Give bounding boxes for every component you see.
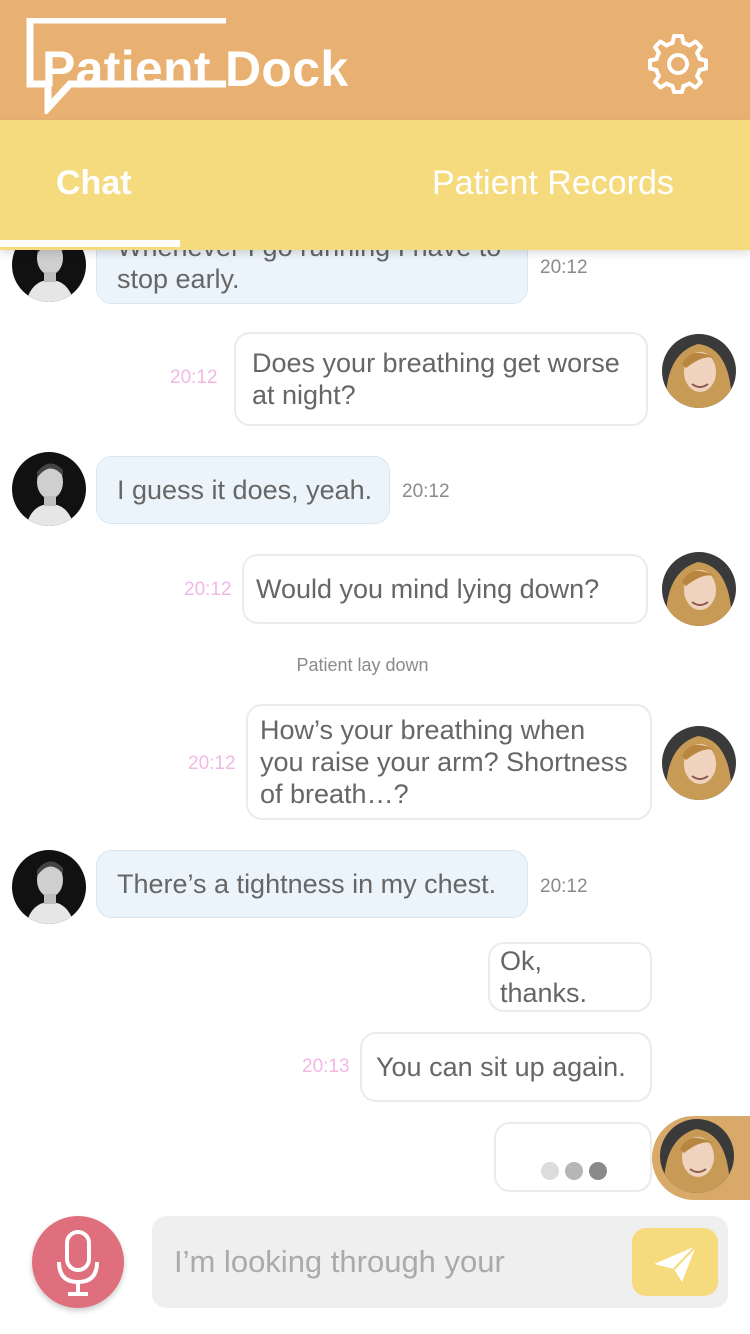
message-bubble-doctor: You can sit up again. (360, 1032, 652, 1102)
message-bubble-doctor: Ok, thanks. (488, 942, 652, 1012)
patient-avatar (12, 452, 86, 526)
message-composer (0, 1200, 750, 1334)
patient-avatar (12, 250, 86, 302)
microphone-button[interactable] (32, 1216, 124, 1308)
app-title: Patient Dock (42, 41, 349, 97)
message-bubble-doctor: Would you mind lying down? (242, 554, 648, 624)
message-text: I guess it does, yeah. (117, 475, 373, 505)
microphone-icon (57, 1230, 99, 1296)
tab-chat[interactable]: Chat (56, 164, 132, 203)
message-text: of breath…? (260, 779, 409, 809)
doctor-avatar (660, 1119, 734, 1193)
patient-avatar (12, 850, 86, 924)
message-bubble-patient: There’s a tightness in my chest. (96, 850, 528, 918)
message-text: you raise your arm? Shortness (260, 747, 628, 777)
message-text: You can sit up again. (376, 1052, 626, 1082)
chat-thread[interactable]: Whenever I go running I have to stop ear… (0, 250, 750, 1200)
message-bubble-doctor: How’s your breathing when you raise your… (246, 704, 652, 820)
app-header: Patient Dock (0, 0, 750, 120)
message-text: There’s a tightness in my chest. (117, 869, 497, 899)
app-logo: Patient Dock (26, 18, 366, 114)
doctor-avatar (662, 334, 736, 408)
system-note: Patient lay down (296, 655, 429, 675)
message-bubble-patient: Whenever I go running I have to stop ear… (96, 250, 528, 304)
message-text: at night? (252, 380, 356, 410)
message-timestamp: 20:12 (540, 876, 588, 897)
doctor-avatar (662, 726, 736, 800)
message-text: How’s your breathing when (260, 715, 586, 745)
message-text: Would you mind lying down? (256, 574, 600, 604)
message-timestamp: 20:12 (184, 579, 232, 600)
message-bubble-patient: I guess it does, yeah. (96, 456, 390, 524)
gear-icon[interactable] (648, 34, 708, 94)
message-text: Whenever I go running I have to (117, 250, 501, 263)
message-timestamp: 20:13 (302, 1056, 350, 1077)
send-button[interactable] (632, 1228, 718, 1296)
message-text: Does your breathing get worse (252, 348, 620, 378)
tab-bar: Chat Patient Records (0, 120, 750, 250)
message-text: Ok, thanks. (500, 946, 588, 1008)
send-icon (654, 1245, 697, 1282)
message-bubble-doctor: Does your breathing get worse at night? (234, 332, 648, 426)
active-tab-indicator (0, 240, 180, 247)
tab-patient-records[interactable]: Patient Records (432, 164, 674, 203)
typing-indicator (494, 1122, 652, 1192)
typing-dots-icon (541, 1162, 607, 1180)
message-timestamp: 20:12 (402, 481, 450, 502)
message-timestamp: 20:12 (170, 367, 218, 388)
message-text: stop early. (117, 264, 240, 294)
doctor-avatar (662, 552, 736, 626)
message-timestamp: 20:12 (540, 257, 588, 278)
message-timestamp: 20:12 (188, 753, 236, 774)
